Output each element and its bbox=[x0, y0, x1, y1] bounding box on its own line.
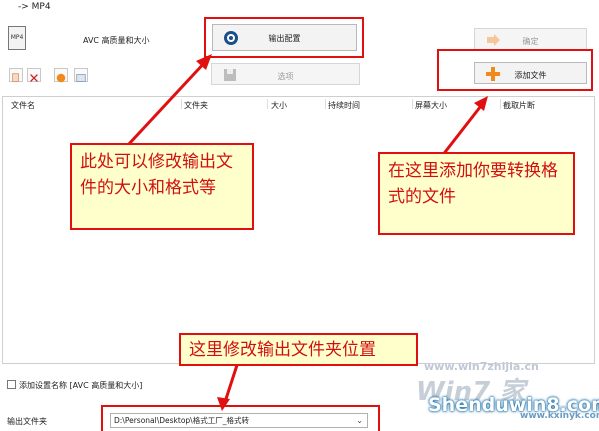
output-folder-highlight bbox=[101, 405, 380, 431]
output-folder-callout-text: 这里修改输出文件夹位置 bbox=[189, 340, 376, 360]
add-setting-name-label: 添加设置名称 [AVC 高质量和大小] bbox=[19, 381, 143, 390]
watermark-site-3: www.kxinyk.com bbox=[520, 411, 599, 421]
output-config-callout-text: 此处可以修改输出文件的大小和格式等 bbox=[80, 152, 233, 198]
add-file-callout-text: 在这里添加你要转换格式的文件 bbox=[388, 161, 558, 207]
checkbox-box[interactable] bbox=[7, 380, 16, 389]
output-config-callout: 此处可以修改输出文件的大小和格式等 bbox=[70, 143, 254, 230]
output-folder-label: 输出文件夹 bbox=[7, 417, 47, 426]
arrow-to-output-folder bbox=[223, 361, 240, 403]
add-file-callout: 在这里添加你要转换格式的文件 bbox=[378, 152, 575, 235]
add-setting-name-checkbox[interactable]: 添加设置名称 [AVC 高质量和大小] bbox=[7, 380, 142, 391]
arrow-to-output-config bbox=[126, 58, 209, 147]
arrowhead bbox=[474, 96, 488, 111]
output-folder-callout: 这里修改输出文件夹位置 bbox=[179, 333, 418, 366]
arrow-to-add-file bbox=[440, 101, 486, 157]
